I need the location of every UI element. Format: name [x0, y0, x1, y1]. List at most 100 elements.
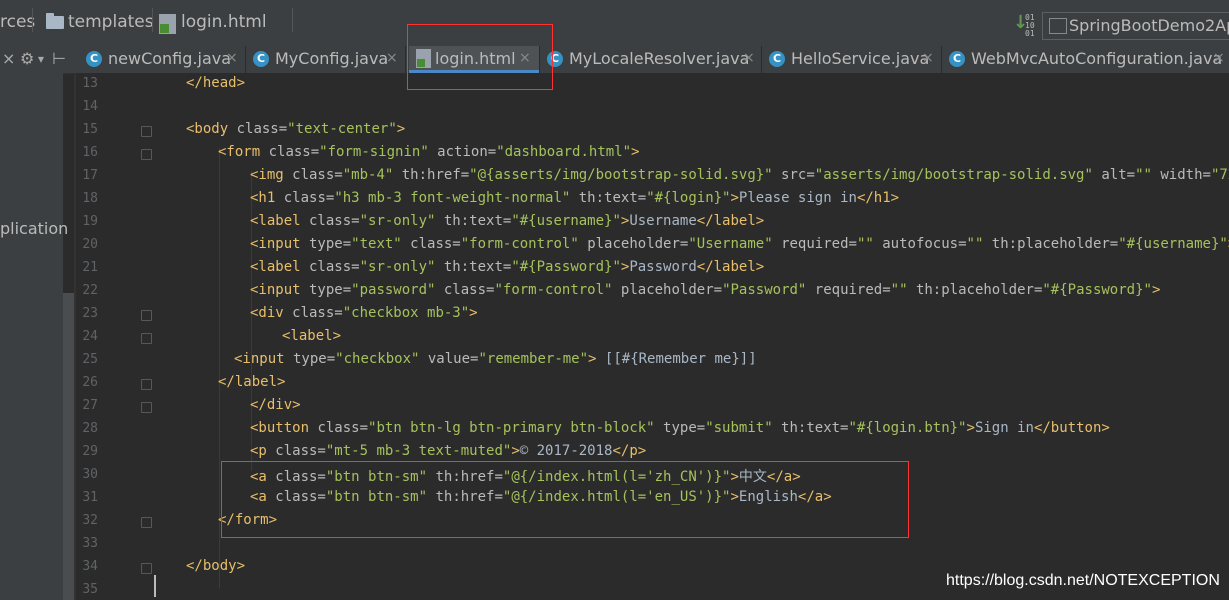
code-line-25: 25 <input type="checkbox" value="remembe…	[76, 349, 1229, 372]
navigation-bar: rces templates login.html ↓ 01 10 01 Sprin…	[0, 0, 1229, 46]
line-number: 27	[82, 398, 98, 413]
tab-close-icon[interactable]: ×	[743, 50, 755, 66]
application-icon	[1049, 18, 1067, 34]
line-number: 24	[82, 329, 98, 344]
code-text: </body>	[186, 558, 246, 574]
code-line-15: 15 <body class="text-center">	[76, 119, 1229, 142]
code-text: </label>	[218, 374, 286, 390]
code-line-27: 27 </div>	[76, 395, 1229, 418]
line-number: 13	[82, 76, 98, 91]
code-text: <input type="text" class="form-control" …	[250, 236, 1229, 252]
tab-label: MyLocaleResolver.java	[569, 49, 750, 68]
tab-helloservice[interactable]: C HelloService.java ×	[765, 46, 942, 73]
tab-close-icon[interactable]: ×	[226, 50, 238, 66]
java-class-icon: C	[253, 51, 269, 67]
tab-label: MyConfig.java	[275, 49, 389, 68]
code-line-16: 16 <form class="form-signin" action="das…	[76, 142, 1229, 165]
line-number: 20	[82, 237, 98, 252]
tool-icons: × ⚙ ▾ ⊢	[0, 46, 78, 73]
code-line-17: 17 <img class="mb-4" th:href="@{asserts/…	[76, 165, 1229, 188]
code-line-20: 20 <input type="text" class="form-contro…	[76, 234, 1229, 257]
highlight-box-language-links	[221, 461, 909, 538]
line-number: 16	[82, 145, 98, 160]
breadcrumb-separator	[18, 8, 33, 32]
code-line-21: 21 <label class="sr-only" th:text="#{Pas…	[76, 257, 1229, 280]
line-number: 22	[82, 283, 98, 298]
tab-label: HelloService.java	[791, 49, 930, 68]
collapse-icon[interactable]: ⊢	[52, 49, 66, 68]
fold-marker-icon[interactable]	[141, 517, 152, 528]
gear-icon[interactable]: ⚙	[20, 49, 34, 68]
dropdown-icon[interactable]: ▾	[38, 52, 44, 66]
breadcrumb-separator	[138, 8, 153, 32]
fold-marker-icon[interactable]	[141, 379, 152, 390]
line-number: 28	[82, 421, 98, 436]
run-configuration-label: SpringBootDemo2App	[1069, 16, 1229, 35]
code-line-28: 28 <button class="btn btn-lg btn-primary…	[76, 418, 1229, 441]
tab-myconfig[interactable]: C MyConfig.java ×	[249, 46, 406, 73]
code-text: <div class="checkbox mb-3">	[250, 305, 478, 321]
line-number: 33	[82, 536, 98, 551]
code-text: <label>	[282, 328, 342, 344]
code-line-22: 22 <input type="password" class="form-co…	[76, 280, 1229, 303]
code-line-26: 26 </label>	[76, 372, 1229, 395]
line-number: 18	[82, 191, 98, 206]
line-number: 30	[82, 467, 98, 482]
code-text: <label class="sr-only" th:text="#{userna…	[250, 213, 765, 229]
line-number: 31	[82, 490, 98, 505]
line-number: 25	[82, 352, 98, 367]
tab-label: newConfig.java	[108, 49, 232, 68]
fold-marker-icon[interactable]	[141, 149, 152, 160]
tab-close-icon[interactable]: ×	[386, 50, 398, 66]
tab-label: WebMvcAutoConfiguration.java	[971, 49, 1223, 68]
project-panel: plication	[0, 73, 68, 600]
tab-newconfig[interactable]: C newConfig.java ×	[82, 46, 246, 73]
java-class-icon: C	[86, 51, 102, 67]
tab-close-icon[interactable]: ×	[922, 50, 934, 66]
line-number: 19	[82, 214, 98, 229]
tab-close-icon[interactable]: ×	[1213, 50, 1225, 66]
line-number: 29	[82, 444, 98, 459]
code-line-24: 24 <label>	[76, 326, 1229, 349]
code-line-14: 14	[76, 96, 1229, 119]
fold-marker-icon[interactable]	[141, 563, 152, 574]
watermark: https://blog.csdn.net/NOTEXCEPTION	[946, 572, 1220, 589]
java-class-icon: C	[769, 51, 785, 67]
text-caret	[154, 575, 156, 597]
tab-webmvcautoconfiguration[interactable]: C WebMvcAutoConfiguration.java ×	[945, 46, 1229, 73]
line-number: 34	[82, 559, 98, 574]
project-panel-scrollbar[interactable]	[63, 293, 74, 600]
code-text: <input type="checkbox" value="remember-m…	[234, 351, 757, 367]
code-line-19: 19 <label class="sr-only" th:text="#{use…	[76, 211, 1229, 234]
tab-mylocaleresolver[interactable]: C MyLocaleResolver.java ×	[543, 46, 762, 73]
folder-icon	[46, 13, 64, 29]
binary-icon: 01 10 01	[1025, 13, 1035, 38]
fold-marker-icon[interactable]	[141, 310, 152, 321]
code-text: <img class="mb-4" th:href="@{asserts/img…	[250, 167, 1229, 183]
fold-marker-icon[interactable]	[141, 126, 152, 137]
line-number: 14	[82, 99, 98, 114]
code-text: <label class="sr-only" th:text="#{Passwo…	[250, 259, 765, 275]
breadcrumb-item-login-html[interactable]: login.html	[181, 12, 267, 32]
code-line-23: 23 <div class="checkbox mb-3">	[76, 303, 1229, 326]
fold-marker-icon[interactable]	[141, 333, 152, 344]
code-text: <body class="text-center">	[186, 121, 406, 137]
html-file-icon	[159, 14, 176, 34]
line-number: 17	[82, 168, 98, 183]
code-text: <button class="btn btn-lg btn-primary bt…	[250, 420, 1110, 436]
close-icon[interactable]: ×	[2, 49, 15, 68]
line-number: 26	[82, 375, 98, 390]
code-line-13: 13 </head>	[76, 73, 1229, 96]
run-configuration-select[interactable]: SpringBootDemo2App	[1042, 12, 1229, 40]
line-number: 32	[82, 513, 98, 528]
project-tree-item[interactable]: plication	[0, 219, 68, 238]
editor-tab-bar: × ⚙ ▾ ⊢ C newConfig.java × C MyConfig.ja…	[0, 46, 1229, 74]
code-text: <h1 class="h3 mb-3 font-weight-normal" t…	[250, 190, 900, 206]
code-text: </div>	[250, 397, 301, 413]
code-text: <input type="password" class="form-contr…	[250, 282, 1161, 298]
fold-marker-icon[interactable]	[141, 402, 152, 413]
code-text: </head>	[186, 75, 246, 91]
java-class-icon: C	[949, 51, 965, 67]
line-number: 21	[82, 260, 98, 275]
code-text: <p class="mt-5 mb-3 text-muted">© 2017-2…	[250, 443, 647, 459]
